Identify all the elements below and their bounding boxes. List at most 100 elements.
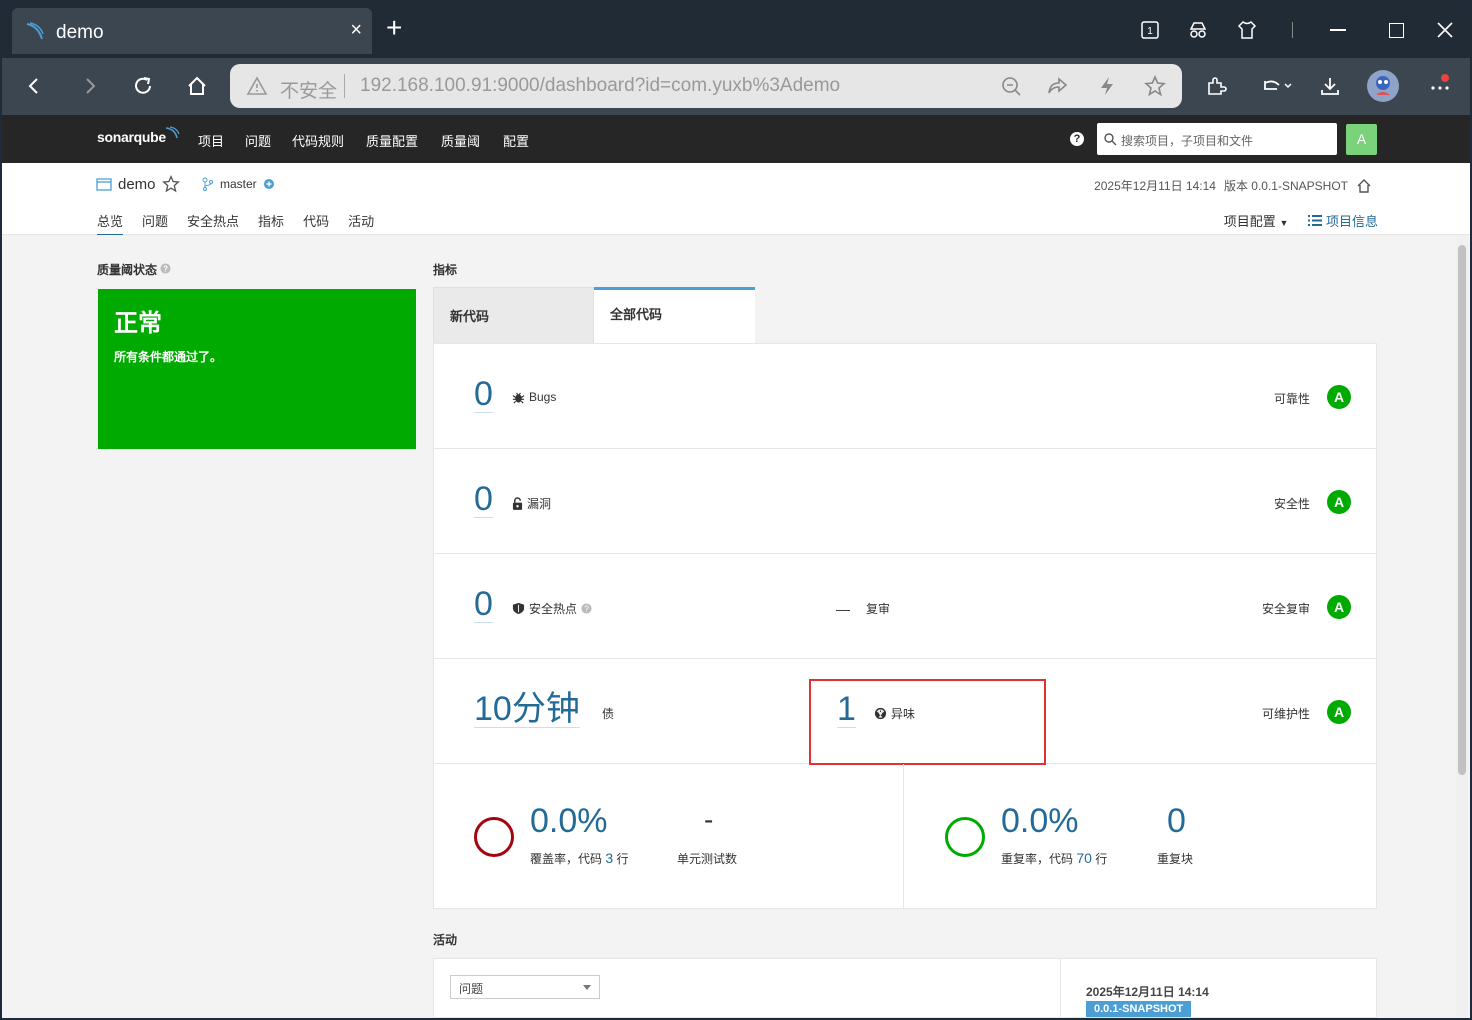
code-smells-value[interactable]: 1 <box>837 691 856 728</box>
page-scrollbar[interactable] <box>1456 235 1468 1018</box>
home-icon[interactable] <box>183 72 211 100</box>
quality-gate-message: 所有条件都通过了。 <box>114 350 223 364</box>
sonarqube-logo[interactable]: sonarqube <box>97 129 166 145</box>
hotspots-value[interactable]: 0 <box>474 586 493 623</box>
nav-issues[interactable]: 问题 <box>245 131 271 150</box>
project-tabs: 总览 问题 安全热点 指标 代码 活动 <box>97 211 374 237</box>
tab-count: 1 <box>1147 26 1153 37</box>
minimize-icon[interactable] <box>1326 18 1350 42</box>
forward-icon[interactable] <box>76 72 104 100</box>
tab-overview[interactable]: 总览 <box>97 211 124 237</box>
help-circle-icon[interactable]: ? <box>581 603 592 614</box>
hotspots-label-block: 安全热点 ? <box>512 600 592 617</box>
security-rating[interactable]: A <box>1327 490 1351 514</box>
address-bar[interactable]: 不安全 192.168.100.91:9000/dashboard?id=com… <box>230 64 1182 108</box>
browser-window: demo × + 1 不安全 192.168.100.91:9000/dashb… <box>2 2 1470 1018</box>
branch-selector[interactable]: master <box>202 177 275 191</box>
debt-value[interactable]: 10分钟 <box>474 691 580 728</box>
quality-gate-title-text: 质量阈状态 <box>97 263 158 277</box>
nav-quality-gates[interactable]: 质量阈 <box>441 131 480 150</box>
undo-icon[interactable] <box>1256 72 1296 100</box>
unit-tests-value[interactable]: - <box>704 804 713 836</box>
search-input[interactable]: 搜索项目，子项目和文件 <box>1097 123 1337 155</box>
hotspots-label: 安全热点 <box>529 602 578 616</box>
duplication-ring-icon <box>945 817 985 857</box>
star-icon[interactable] <box>1144 75 1166 97</box>
code-smells-label: 异味 <box>891 707 916 721</box>
dashboard-content: 质量阈状态 ? 正常 所有条件都通过了。 指标 新代码 全部代码 0 Bugs … <box>2 235 1457 1018</box>
activity-panel: 问题 2025年12月11日 14:14 0.0.1-SNAPSHOT <box>433 958 1377 1018</box>
back-icon[interactable] <box>20 72 48 100</box>
incognito-icon[interactable] <box>1186 18 1210 42</box>
address-divider <box>344 74 345 98</box>
nav-rules[interactable]: 代码规则 <box>292 131 344 150</box>
bugs-row: 0 Bugs 可靠性 A <box>434 344 1376 449</box>
nav-quality-profiles[interactable]: 质量配置 <box>366 131 418 150</box>
reliability-rating[interactable]: A <box>1327 385 1351 409</box>
zoom-out-icon[interactable] <box>1000 75 1022 97</box>
extensions-icon[interactable] <box>1202 72 1230 100</box>
tab-overall-code[interactable]: 全部代码 <box>594 287 755 344</box>
shirt-icon[interactable] <box>1235 18 1259 42</box>
maximize-icon[interactable] <box>1384 18 1408 42</box>
project-settings-dropdown[interactable]: 项目配置 ▼ <box>1224 211 1289 230</box>
branch-icon <box>202 177 213 191</box>
duplication-value[interactable]: 0.0% <box>1001 802 1079 841</box>
user-avatar[interactable]: A <box>1346 124 1377 155</box>
coverage-lines[interactable]: 3 <box>605 850 613 866</box>
share-icon[interactable] <box>1046 75 1068 97</box>
security-review-rating[interactable]: A <box>1327 595 1351 619</box>
scrollbar-thumb[interactable] <box>1458 245 1466 775</box>
bugs-value[interactable]: 0 <box>474 376 493 413</box>
vulnerabilities-value[interactable]: 0 <box>474 481 493 518</box>
browser-tab[interactable]: demo × <box>12 8 372 54</box>
duplication-label-suffix: 行 <box>1095 852 1108 866</box>
nav-administration[interactable]: 配置 <box>503 131 529 150</box>
new-tab-button[interactable]: + <box>386 14 402 42</box>
nav-projects[interactable]: 项目 <box>198 131 224 150</box>
project-version: 版本 0.0.1-SNAPSHOT <box>1223 179 1348 193</box>
download-icon[interactable] <box>1316 72 1344 100</box>
hotspots-row: 0 安全热点 ? — 复审 安全复审 A <box>434 554 1376 659</box>
tab-activity[interactable]: 活动 <box>348 211 374 237</box>
maintainability-rating[interactable]: A <box>1327 700 1351 724</box>
tab-measures[interactable]: 指标 <box>258 211 284 237</box>
tab-issues[interactable]: 问题 <box>142 211 168 237</box>
profile-avatar[interactable] <box>1366 69 1400 103</box>
caret-down-icon: ▼ <box>1279 218 1289 228</box>
hotspots-reviewed-label: 复审 <box>866 602 891 616</box>
coverage-duplication-row: 0.0% 覆盖率，代码 3 行 - 单元测试数 0.0% 重复率，代码 70 行… <box>434 764 1376 908</box>
project-name[interactable]: demo <box>118 176 156 193</box>
lightning-icon[interactable] <box>1096 75 1118 97</box>
duplicated-blocks-value[interactable]: 0 <box>1167 802 1186 841</box>
coverage-value[interactable]: 0.0% <box>530 802 608 841</box>
tab-count-icon[interactable]: 1 <box>1138 18 1162 42</box>
home-page-icon[interactable] <box>1356 178 1372 194</box>
activity-date: 2025年12月11日 14:14 <box>1086 985 1209 999</box>
code-smells-label-block: 异味 <box>874 705 915 722</box>
tab-security-hotspots[interactable]: 安全热点 <box>187 211 239 237</box>
project-info-link[interactable]: 项目信息 <box>1308 211 1378 230</box>
coverage-label: 覆盖率，代码 3 行 <box>530 850 629 867</box>
favorite-star-icon[interactable] <box>161 175 180 193</box>
activity-filter-select[interactable]: 问题 <box>450 975 600 999</box>
tab-close-icon[interactable]: × <box>350 19 362 42</box>
url-text[interactable]: 192.168.100.91:9000/dashboard?id=com.yux… <box>360 75 840 97</box>
duplication-lines[interactable]: 70 <box>1076 850 1092 866</box>
quality-gate-status-box: 正常 所有条件都通过了。 <box>98 289 416 449</box>
debt-label: 债 <box>602 707 615 721</box>
branch-info-icon[interactable] <box>263 178 275 190</box>
help-icon[interactable]: ? <box>1070 132 1084 146</box>
help-circle-icon[interactable]: ? <box>160 263 171 274</box>
metrics-card: 0 Bugs 可靠性 A 0 漏洞 安全性 A 0 安全热点 ? — 复审 安全… <box>433 343 1377 909</box>
tab-new-code[interactable]: 新代码 <box>433 287 594 344</box>
tab-code[interactable]: 代码 <box>303 211 329 237</box>
menu-icon[interactable] <box>1426 72 1454 100</box>
coverage-label-suffix: 行 <box>616 852 629 866</box>
activity-filter-value: 问题 <box>459 982 484 996</box>
close-window-icon[interactable] <box>1433 18 1457 42</box>
activity-divider <box>1060 959 1061 1018</box>
reload-icon[interactable] <box>129 72 157 100</box>
project-name-block: demo <box>96 175 180 193</box>
duplication-label: 重复率，代码 70 行 <box>1001 850 1107 867</box>
